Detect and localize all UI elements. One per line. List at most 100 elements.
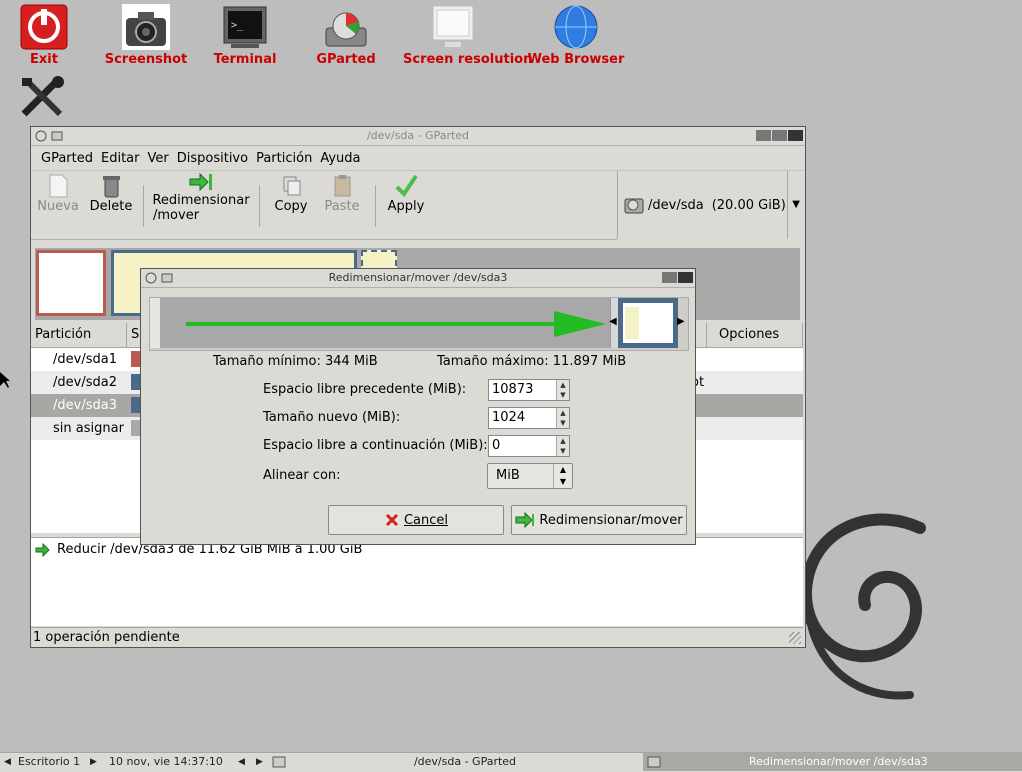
toolbar: Nueva Delete Redimensionar /mover Copy P… (31, 171, 617, 240)
prev-desktop-icon[interactable]: ◀ (4, 753, 11, 771)
desktop-icon-exit[interactable]: Exit (0, 4, 94, 67)
network-tools-icon[interactable] (18, 74, 68, 124)
desktop-icon-web-browser[interactable]: Web Browser (526, 4, 626, 67)
monitor-icon (429, 4, 477, 50)
chevron-updown-icon: ▲ ▼ (553, 464, 572, 488)
column-header-partition[interactable]: Partición (31, 323, 127, 347)
status-bar: 1 operación pendiente (31, 627, 803, 646)
resize-arrow-icon (515, 512, 535, 528)
window-app-icon (161, 272, 173, 284)
svg-text:>_: >_ (231, 20, 244, 31)
window-titlebar[interactable]: /dev/sda - GParted (31, 127, 805, 146)
resize-grip[interactable] (789, 632, 801, 644)
minimize-button[interactable] (756, 130, 771, 141)
copy-button[interactable]: Copy (269, 171, 313, 214)
power-icon (20, 4, 68, 50)
slider-left-edge (150, 298, 160, 348)
menu-ayuda[interactable]: Ayuda (320, 151, 360, 166)
toolbar-separator (143, 185, 144, 227)
globe-icon (552, 4, 600, 50)
new-size-input[interactable]: 1024 ▲ ▼ (488, 407, 570, 429)
free-before-input[interactable]: 10873 ▲ ▼ (488, 379, 570, 401)
window-menu-icon[interactable] (145, 272, 157, 284)
copy-icon (283, 176, 301, 196)
cancel-button[interactable]: Cancel (328, 505, 504, 535)
spin-arrows[interactable]: ▲ ▼ (556, 380, 569, 400)
desktop-icon-label: Screen resolution (403, 52, 533, 67)
trash-icon (103, 176, 120, 198)
menu-editar[interactable]: Editar (101, 151, 140, 166)
terminal-icon: >_ (221, 4, 269, 50)
partition-handle[interactable] (618, 298, 678, 348)
close-button[interactable] (678, 272, 693, 283)
align-select[interactable]: MiB ▲ ▼ (487, 463, 573, 489)
resize-dialog[interactable]: Redimensionar/mover /dev/sda3 ◀ ▶ Tamaño… (140, 268, 696, 545)
arrow-right-icon (186, 311, 606, 337)
desktop-icon-gparted[interactable]: GParted (296, 4, 396, 67)
free-after-input[interactable]: 0 ▲ ▼ (488, 435, 570, 457)
new-size-label: Tamaño nuevo (MiB): (263, 410, 401, 425)
max-size-label: Tamaño máximo: 11.897 MiB (437, 354, 627, 369)
prev-task-icon[interactable]: ◀ (238, 753, 245, 771)
desktop-icon-label: GParted (316, 52, 376, 67)
spin-arrows[interactable]: ▲ ▼ (556, 408, 569, 428)
debian-swirl-logo (790, 500, 970, 714)
taskbar-task-gparted[interactable]: /dev/sda - GParted (290, 753, 640, 771)
dialog-title: Redimensionar/mover /dev/sda3 (328, 271, 508, 284)
resize-move-confirm-button[interactable]: Redimensionar/mover (511, 505, 687, 535)
resize-slider[interactable]: ◀ ▶ (149, 297, 689, 351)
window-title: /dev/sda - GParted (366, 129, 470, 142)
partition-block-sda1[interactable] (36, 250, 106, 316)
taskbar-task-resize-dialog[interactable]: Redimensionar/mover /dev/sda3 (643, 753, 1022, 771)
delete-button[interactable]: Delete (87, 171, 135, 214)
window-app-icon (272, 756, 286, 768)
device-size: (20.00 GiB) (711, 197, 786, 213)
new-document-icon (49, 174, 68, 198)
checkmark-icon (395, 174, 418, 198)
menu-ver[interactable]: Ver (148, 151, 169, 166)
mouse-pointer-icon (0, 372, 10, 388)
window-app-icon (51, 130, 63, 142)
next-desktop-icon[interactable]: ▶ (90, 753, 97, 771)
desktop-icon-label: Web Browser (527, 52, 625, 67)
window-menu-icon[interactable] (35, 130, 47, 142)
desktop-icon-screenshot[interactable]: Screenshot (96, 4, 196, 67)
spin-arrows[interactable]: ▲ ▼ (556, 436, 569, 456)
left-handle-icon[interactable]: ◀ (609, 316, 617, 327)
pending-operations-pane: Reducir /dev/sda3 de 11.62 GiB MiB a 1.0… (31, 537, 803, 626)
menu-bar: GParted Editar Ver Dispositivo Partición… (31, 146, 805, 171)
camera-icon (122, 4, 170, 50)
dialog-titlebar[interactable]: Redimensionar/mover /dev/sda3 (141, 269, 695, 288)
free-after-label: Espacio libre a continuación (MiB): (263, 438, 488, 453)
align-label: Alinear con: (263, 468, 341, 483)
menu-particion[interactable]: Partición (256, 151, 312, 166)
device-selector[interactable]: /dev/sda (20.00 GiB) ▼ (617, 171, 804, 239)
device-name: /dev/sda (648, 197, 704, 213)
maximize-button[interactable] (662, 272, 677, 283)
resize-move-button[interactable]: Redimensionar /mover (151, 171, 251, 223)
close-button[interactable] (788, 130, 803, 141)
chevron-down-icon[interactable]: ▼ (787, 171, 800, 239)
gparted-icon (322, 4, 370, 50)
new-button[interactable]: Nueva (35, 171, 81, 214)
desktop-icon-screen-resolution[interactable]: Screen resolution (403, 4, 533, 67)
maximize-button[interactable] (772, 130, 787, 141)
desktop-icon-label: Screenshot (104, 52, 188, 67)
menu-dispositivo[interactable]: Dispositivo (177, 151, 248, 166)
column-header-options[interactable]: Opciones (707, 323, 803, 347)
toolbar-separator (259, 185, 260, 227)
desktop-icon-terminal[interactable]: >_ Terminal (195, 4, 295, 67)
menu-gparted[interactable]: GParted (41, 151, 93, 166)
desktop-name[interactable]: Escritorio 1 (18, 753, 80, 771)
window-app-icon (647, 756, 661, 768)
resize-arrow-icon (189, 172, 212, 192)
clock: 10 nov, vie 14:37:10 (109, 755, 223, 768)
right-handle-icon[interactable]: ▶ (677, 316, 685, 327)
paste-button[interactable]: Paste (319, 171, 365, 214)
next-task-icon[interactable]: ▶ (256, 753, 263, 771)
apply-button[interactable]: Apply (383, 171, 429, 214)
harddisk-icon (624, 198, 644, 214)
taskbar: ◀ Escritorio 1 ▶ 10 nov, vie 14:37:10 ◀ … (0, 752, 1022, 772)
free-before-label: Espacio libre precedente (MiB): (263, 382, 467, 397)
desktop-icon-label: Exit (30, 52, 58, 67)
